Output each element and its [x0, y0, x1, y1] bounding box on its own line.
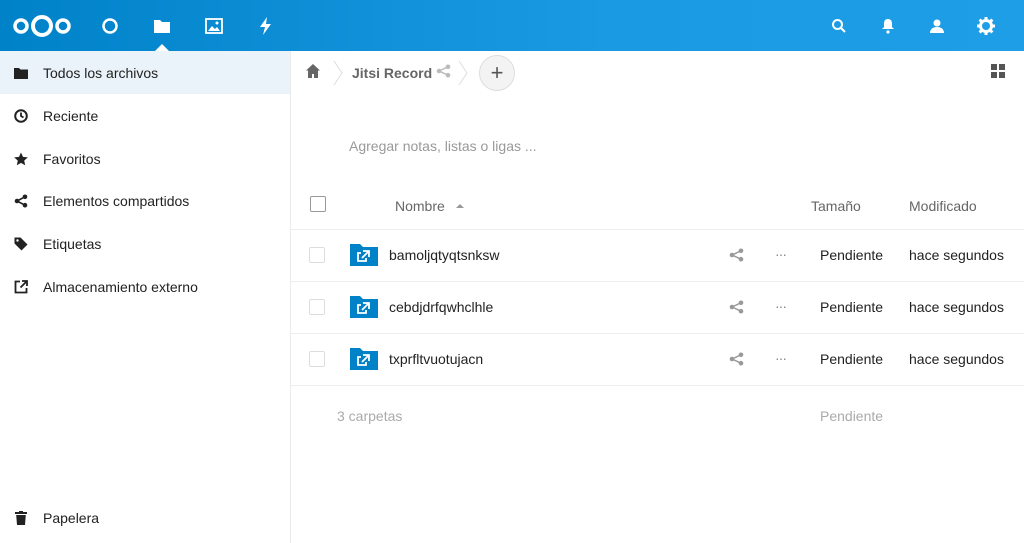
sidebar-item-label: Todos los archivos: [43, 64, 159, 81]
folder-icon: [154, 19, 170, 33]
folder-icon: [0, 67, 42, 79]
breadcrumb-separator: [333, 60, 343, 86]
share-icon[interactable]: [729, 248, 745, 262]
notifications-button[interactable]: [864, 0, 912, 51]
row-checkbox[interactable]: [309, 351, 325, 367]
nextcloud-logo[interactable]: [12, 14, 72, 38]
share-icon[interactable]: [729, 352, 745, 366]
home-icon: [306, 64, 320, 78]
external-folder-icon: [350, 296, 378, 318]
share-icon: [0, 194, 42, 208]
sidebar-item-label: Elementos compartidos: [43, 192, 190, 209]
sidebar-item-label: Favoritos: [43, 150, 101, 167]
sidebar: Todos los archivos Reciente Favoritos El…: [0, 51, 291, 543]
lightning-icon: [260, 16, 271, 35]
sidebar-item-label: Reciente: [43, 107, 99, 124]
notes-input[interactable]: Agregar notas, listas o ligas ...: [349, 138, 537, 154]
sidebar-item-recent[interactable]: Reciente: [0, 94, 290, 137]
row-checkbox[interactable]: [309, 299, 325, 315]
breadcrumb-home[interactable]: [305, 63, 321, 79]
file-modified: hace segundos: [909, 351, 1004, 367]
more-actions-icon[interactable]: ···: [775, 246, 787, 262]
image-icon: [205, 17, 223, 34]
more-actions-icon[interactable]: ···: [775, 298, 787, 314]
photos-app-button[interactable]: [189, 0, 239, 51]
circle-icon: [102, 17, 118, 34]
sidebar-item-shared[interactable]: Elementos compartidos: [0, 179, 290, 222]
search-icon: [832, 18, 846, 33]
file-modified: hace segundos: [909, 299, 1004, 315]
bell-icon: [882, 18, 894, 34]
file-name[interactable]: cebdjdrfqwhclhle: [389, 299, 493, 315]
more-actions-icon[interactable]: ···: [775, 350, 787, 366]
sidebar-item-tags[interactable]: Etiquetas: [0, 222, 290, 265]
total-size-summary: Pendiente: [820, 408, 884, 424]
table-row[interactable]: bamoljqtyqtsnksw ··· Pendiente hace segu…: [291, 230, 1024, 282]
activity-app-button[interactable]: [241, 0, 291, 51]
trash-icon: [0, 510, 42, 525]
share-icon[interactable]: [729, 300, 745, 314]
top-header: [0, 0, 1024, 51]
sidebar-item-label: Papelera: [43, 509, 100, 526]
file-name[interactable]: txprfltvuotujacn: [389, 351, 483, 367]
column-name-header[interactable]: Nombre: [395, 198, 445, 214]
external-folder-icon: [350, 244, 378, 266]
file-size: Pendiente: [820, 247, 884, 263]
table-row[interactable]: txprfltvuotujacn ··· Pendiente hace segu…: [291, 334, 1024, 386]
row-checkbox[interactable]: [309, 247, 325, 263]
grid-icon: [991, 64, 1005, 78]
breadcrumb-separator: [458, 60, 468, 86]
search-button[interactable]: [815, 0, 863, 51]
contacts-button[interactable]: [913, 0, 961, 51]
folder-count-summary: 3 carpetas: [337, 408, 403, 424]
sidebar-item-label: Almacenamiento externo: [43, 278, 198, 295]
file-modified: hace segundos: [909, 247, 1004, 263]
dashboard-app-button[interactable]: [85, 0, 135, 51]
column-size-header[interactable]: Tamaño: [811, 198, 861, 214]
external-icon: [0, 279, 42, 294]
sort-ascending-icon: [456, 204, 464, 208]
tag-icon: [0, 237, 42, 251]
share-icon: [436, 64, 451, 78]
sidebar-item-favorites[interactable]: Favoritos: [0, 137, 290, 180]
add-new-button[interactable]: +: [479, 55, 515, 91]
sidebar-item-external-storage[interactable]: Almacenamiento externo: [0, 265, 290, 308]
contacts-icon: [930, 19, 944, 33]
clock-icon: [0, 108, 42, 123]
file-name[interactable]: bamoljqtyqtsnksw: [389, 247, 500, 263]
file-size: Pendiente: [820, 351, 884, 367]
table-row[interactable]: cebdjdrfqwhclhle ··· Pendiente hace segu…: [291, 282, 1024, 334]
gear-icon: [977, 16, 995, 35]
breadcrumb-current[interactable]: Jitsi Record: [352, 65, 432, 81]
active-app-indicator: [155, 44, 169, 51]
grid-view-toggle[interactable]: [991, 64, 1005, 83]
select-all-checkbox[interactable]: [310, 196, 326, 212]
file-size: Pendiente: [820, 299, 884, 315]
external-folder-icon: [350, 348, 378, 370]
sidebar-item-all-files[interactable]: Todos los archivos: [0, 51, 290, 94]
settings-button[interactable]: [962, 0, 1010, 51]
sidebar-item-label: Etiquetas: [43, 235, 102, 252]
column-modified-header[interactable]: Modificado: [909, 198, 977, 214]
star-icon: [0, 152, 42, 166]
breadcrumb-share[interactable]: [436, 64, 452, 83]
sidebar-item-trash[interactable]: Papelera: [0, 496, 290, 539]
